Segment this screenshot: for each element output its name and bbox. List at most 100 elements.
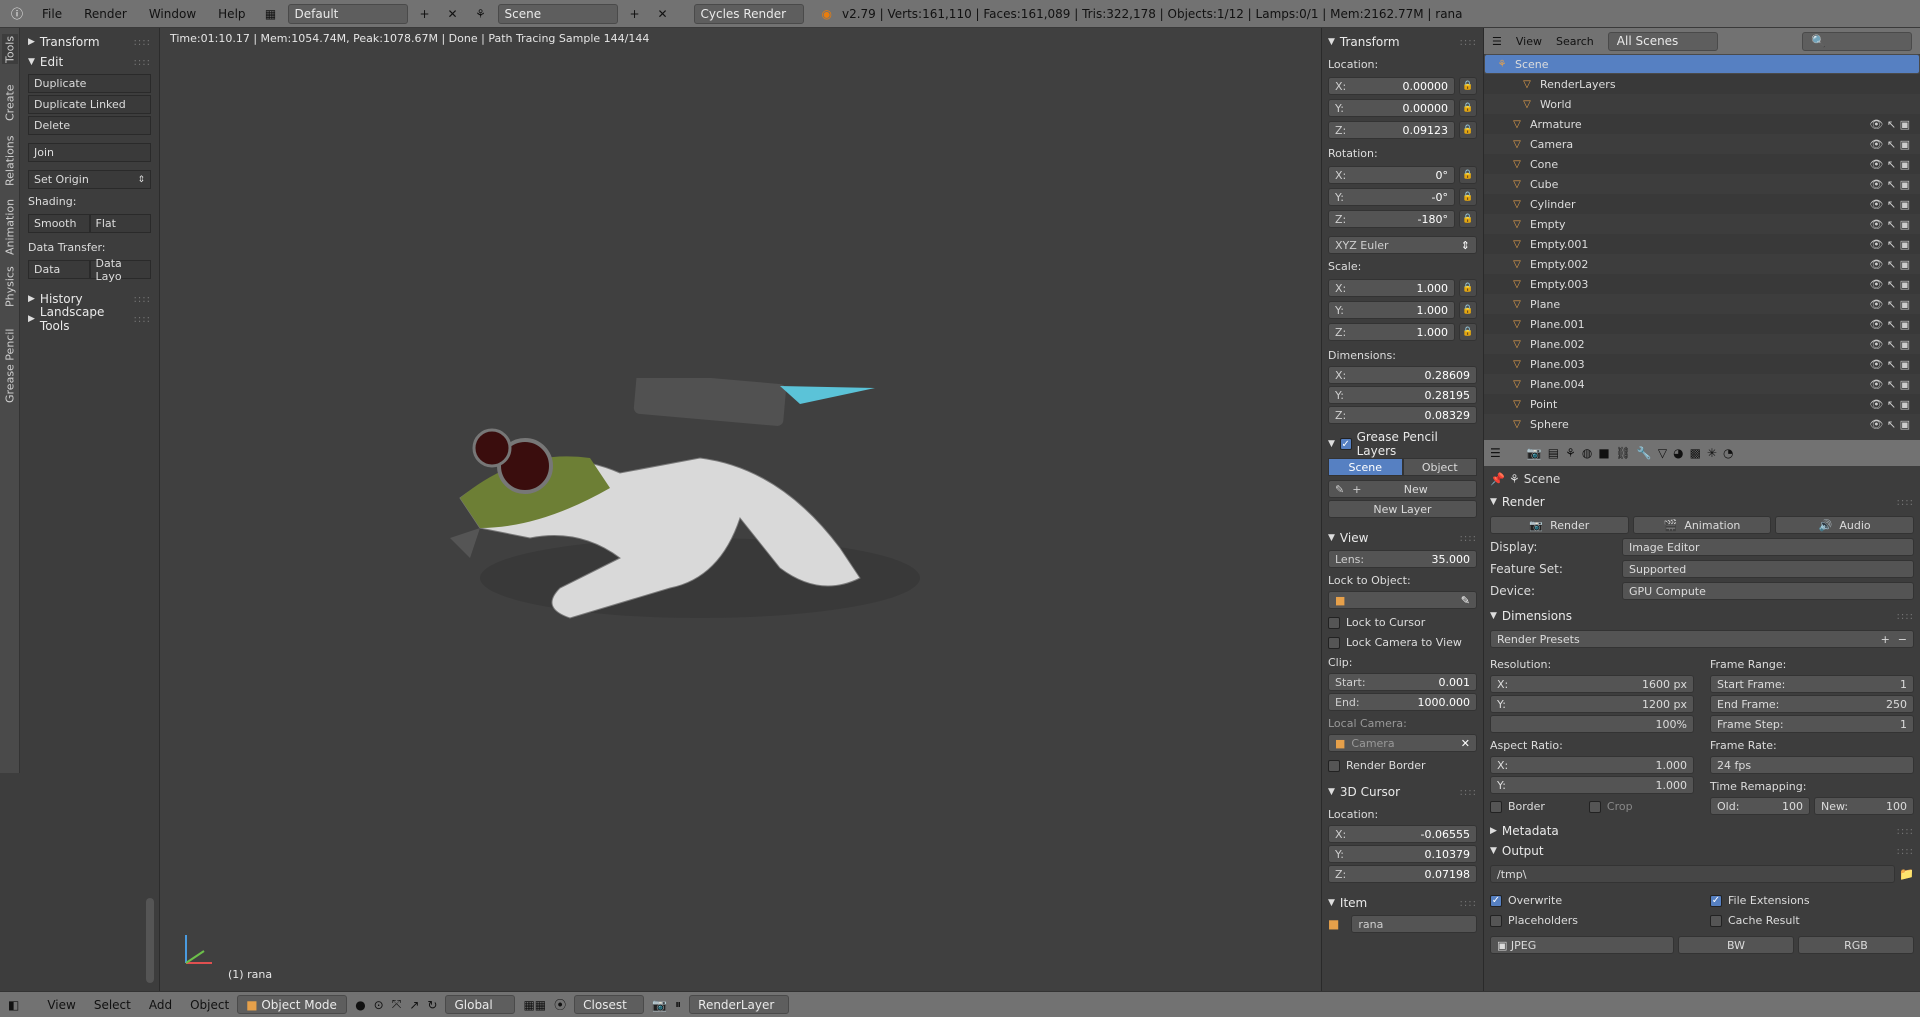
world-tab-icon[interactable]: ◍ [1582, 446, 1592, 460]
info-editor-icon[interactable]: ⓘ [6, 4, 28, 24]
scene-select[interactable]: Scene [497, 3, 618, 24]
view-header[interactable]: ▼ View:::: [1328, 528, 1477, 548]
tab-scene[interactable]: Scene [1328, 458, 1403, 476]
modifiers-tab-icon[interactable]: 🔧 [1637, 446, 1652, 460]
outliner-item[interactable]: ▽ Plane.003 👁 ↖ ▣ [1484, 354, 1920, 374]
frame-step-field[interactable]: Frame Step: 1 [1710, 715, 1914, 733]
remap-old-field[interactable]: Old: 100 [1710, 797, 1810, 815]
rgb-button[interactable]: RGB [1798, 936, 1914, 954]
remove-preset-icon[interactable]: − [1898, 633, 1907, 646]
outliner-search-input[interactable]: 🔍 [1802, 31, 1912, 51]
menu-select[interactable]: Select [94, 998, 131, 1012]
texture-tab-icon[interactable]: ▩ [1690, 446, 1701, 460]
resolution-x-field[interactable]: X: 1600 px [1490, 675, 1694, 693]
location-y-field[interactable]: Y: 0.00000 [1328, 99, 1455, 117]
lock-icon[interactable]: 🔒 [1459, 279, 1477, 297]
orientation-select[interactable]: Global [445, 995, 516, 1014]
menu-render[interactable]: Render [76, 7, 135, 21]
tab-object[interactable]: Object [1402, 458, 1477, 476]
drag-handle-icon[interactable]: :::: [1897, 826, 1914, 837]
drag-handle-icon[interactable]: :::: [134, 294, 151, 305]
resolution-percent-field[interactable]: 100% [1490, 715, 1694, 733]
layers-icon[interactable]: ▦▦ [523, 998, 546, 1012]
lock-icon[interactable]: 🔒 [1459, 121, 1477, 139]
outliner-item[interactable]: ▽ Cylinder 👁 ↖ ▣ [1484, 194, 1920, 214]
placeholders-toggle[interactable]: Placeholders [1490, 914, 1694, 927]
outliner-view-menu[interactable]: View [1516, 35, 1542, 48]
opengl-render-icon[interactable]: 📷 [652, 998, 667, 1012]
local-camera-field[interactable]: ■ Camera ✕ [1328, 734, 1477, 752]
outliner-item[interactable]: ▽ RenderLayers [1484, 74, 1920, 94]
eyedropper-icon[interactable]: ✎ [1461, 594, 1470, 607]
shading-icon[interactable]: ● [355, 998, 365, 1012]
folder-icon[interactable]: 📁 [1899, 867, 1914, 881]
metadata-panel-header[interactable]: ▶ Metadata:::: [1490, 821, 1914, 841]
rotation-z-field[interactable]: Z: -180° [1328, 210, 1455, 228]
data-layout-button[interactable]: Data Layo [89, 257, 151, 283]
drag-handle-icon[interactable]: :::: [1460, 37, 1477, 48]
dimensions-panel-header[interactable]: ▼ Dimensions:::: [1490, 606, 1914, 626]
crop-toggle[interactable]: Crop [1588, 800, 1633, 813]
tab-animation[interactable]: Animation [2, 194, 18, 260]
visibility-toggles[interactable]: 👁 ↖ ▣ [1869, 198, 1920, 211]
overwrite-toggle[interactable]: ✓ Overwrite [1490, 894, 1694, 907]
set-origin-select[interactable]: Set Origin ⇕ [28, 170, 151, 189]
checkbox-checked-icon[interactable]: ✓ [1339, 438, 1352, 450]
data-button[interactable]: Data [28, 260, 90, 279]
add-preset-icon[interactable]: + [1881, 633, 1890, 646]
lock-icon[interactable]: 🔒 [1459, 77, 1477, 95]
scale-z-field[interactable]: Z: 1.000 [1328, 323, 1455, 341]
scene-icon[interactable]: ⚘ [470, 4, 492, 24]
cursor-z-field[interactable]: Z: 0.07198 [1328, 865, 1477, 883]
rotation-y-field[interactable]: Y: -0° [1328, 188, 1455, 206]
feature-set-select[interactable]: Supported [1622, 560, 1914, 578]
lens-field[interactable]: Lens: 35.000 [1328, 550, 1477, 568]
tab-grease-pencil[interactable]: Grease Pencil [2, 320, 18, 412]
audio-button[interactable]: 🔊 Audio [1775, 516, 1915, 534]
translate-icon[interactable]: ↗ [409, 998, 419, 1012]
visibility-toggles[interactable]: 👁 ↖ ▣ [1869, 158, 1920, 171]
file-extensions-toggle[interactable]: ✓ File Extensions [1710, 894, 1914, 907]
display-select[interactable]: Image Editor [1622, 538, 1914, 556]
rotation-mode-select[interactable]: XYZ Euler ⇕ [1328, 236, 1477, 254]
visibility-toggles[interactable]: 👁 ↖ ▣ [1869, 118, 1920, 131]
lock-icon[interactable]: 🔒 [1459, 301, 1477, 319]
smooth-button[interactable]: Smooth [28, 214, 90, 233]
visibility-toggles[interactable]: 👁 ↖ ▣ [1869, 218, 1920, 231]
start-frame-field[interactable]: Start Frame: 1 [1710, 675, 1914, 693]
pause-icon[interactable]: ⏸ [675, 997, 681, 1012]
outliner-item[interactable]: ▽ Plane 👁 ↖ ▣ [1484, 294, 1920, 314]
outliner-item[interactable]: ▽ Sphere 👁 ↖ ▣ [1484, 414, 1920, 434]
aspect-x-field[interactable]: X: 1.000 [1490, 756, 1694, 774]
location-x-field[interactable]: X: 0.00000 [1328, 77, 1455, 95]
outliner-item[interactable]: ▽ World [1484, 94, 1920, 114]
tab-tools[interactable]: Tools [2, 34, 18, 64]
drag-handle-icon[interactable]: :::: [134, 57, 151, 68]
menu-add[interactable]: Add [149, 998, 172, 1012]
outliner-item[interactable]: ▽ Empty.002 👁 ↖ ▣ [1484, 254, 1920, 274]
visibility-toggles[interactable]: 👁 ↖ ▣ [1869, 178, 1920, 191]
landscape-panel-header[interactable]: ▶ Landscape Tools:::: [28, 305, 151, 333]
duplicate-linked-button[interactable]: Duplicate Linked [28, 95, 151, 114]
location-z-field[interactable]: Z: 0.09123 [1328, 121, 1455, 139]
outliner-item[interactable]: ⚘ Scene [1484, 54, 1920, 74]
cursor-x-field[interactable]: X: -0.06555 [1328, 825, 1477, 843]
outliner-item[interactable]: ▽ Cone 👁 ↖ ▣ [1484, 154, 1920, 174]
render-presets-select[interactable]: Render Presets + − [1490, 630, 1914, 648]
animation-button[interactable]: 🎬 Animation [1632, 516, 1772, 534]
transform-header[interactable]: ▼ Transform:::: [1328, 32, 1477, 52]
drag-handle-icon[interactable]: :::: [1460, 787, 1477, 798]
menu-help[interactable]: Help [210, 7, 253, 21]
file-format-select[interactable]: ▣ JPEG [1490, 936, 1674, 954]
bw-button[interactable]: BW [1678, 936, 1794, 954]
lock-icon[interactable]: 🔒 [1459, 166, 1477, 184]
outliner-item[interactable]: ▽ Plane.002 👁 ↖ ▣ [1484, 334, 1920, 354]
menu-window[interactable]: Window [141, 7, 204, 21]
dimension-x-field[interactable]: X: 0.28609 [1328, 366, 1477, 384]
transform-panel-header[interactable]: ▶ Transform:::: [28, 32, 151, 52]
lock-icon[interactable]: 🔒 [1459, 188, 1477, 206]
snap-target-select[interactable]: Closest [574, 995, 645, 1014]
particles-tab-icon[interactable]: ✳ [1707, 446, 1717, 460]
border-toggle[interactable]: Border [1490, 800, 1545, 813]
outliner-item[interactable]: ▽ Plane.004 👁 ↖ ▣ [1484, 374, 1920, 394]
